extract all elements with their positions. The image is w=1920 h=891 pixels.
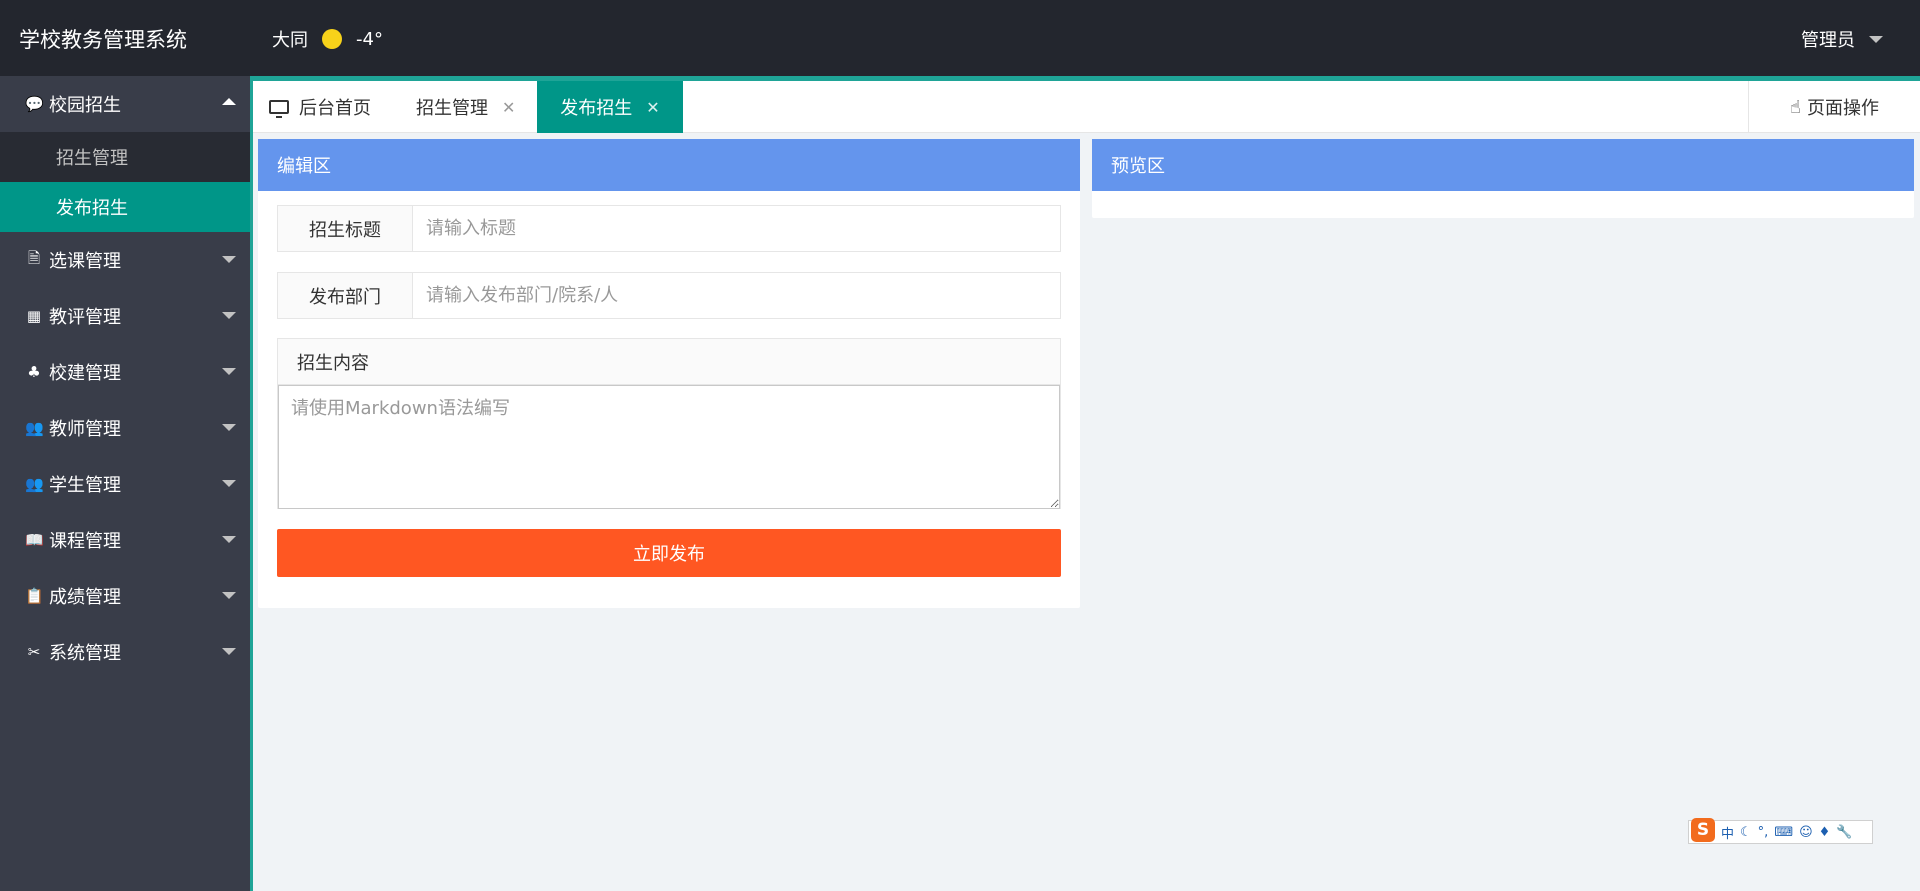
chevron-down-icon xyxy=(222,424,236,431)
dept-label: 发布部门 xyxy=(278,273,413,318)
tools-icon: ✂ xyxy=(27,643,41,661)
tab-admissions-manage[interactable]: 招生管理 ✕ xyxy=(416,81,515,133)
title-field-row: 招生标题 xyxy=(277,205,1061,252)
tab-home[interactable]: 后台首页 xyxy=(269,81,371,133)
sidebar-group-teaching-eval[interactable]: ▦ 教评管理 xyxy=(0,288,250,344)
sidebar-group-label: 选课管理 xyxy=(49,251,121,272)
shirt-icon[interactable]: ♦ xyxy=(1819,825,1831,840)
weather-city: 大同 xyxy=(272,30,308,51)
ime-toolbar[interactable]: S 中 ☾ °, ⌨ ☺ ♦ 🔧 xyxy=(1688,818,1873,844)
chevron-down-icon xyxy=(222,312,236,319)
sidebar-group-course-selection[interactable]: 🗎 选课管理 xyxy=(0,232,250,288)
document-icon: 🗎 xyxy=(27,248,41,267)
preview-panel: 预览区 xyxy=(1092,139,1914,218)
weather-temperature: -4° xyxy=(356,28,383,50)
wrench-icon[interactable]: 🔧 xyxy=(1836,825,1852,840)
page-operations-label: 页面操作 xyxy=(1806,98,1879,119)
title-label: 招生标题 xyxy=(278,206,413,251)
content-label: 招生内容 xyxy=(278,339,1060,385)
chevron-down-icon xyxy=(222,480,236,487)
title-input[interactable] xyxy=(413,206,1060,251)
close-icon[interactable]: ✕ xyxy=(646,98,659,117)
sidebar-group-label: 校建管理 xyxy=(49,363,121,384)
edit-panel: 编辑区 招生标题 发布部门 招生内容 立即发布 xyxy=(258,139,1080,608)
keyboard-icon[interactable]: ⌨ xyxy=(1774,825,1793,840)
users-icon: 👥 xyxy=(25,419,44,437)
hand-pointer-icon: ☝ xyxy=(1790,96,1801,118)
chevron-down-icon[interactable] xyxy=(1869,35,1883,43)
sidebar-group-label: 系统管理 xyxy=(49,643,121,664)
chevron-down-icon xyxy=(222,536,236,543)
content-field: 招生内容 xyxy=(277,338,1061,509)
sidebar-group-label: 学生管理 xyxy=(49,475,121,496)
close-icon[interactable]: ✕ xyxy=(502,98,515,117)
tab-bar: 后台首页 招生管理 ✕ 发布招生 ✕ ☝ 页面操作 xyxy=(253,81,1920,133)
sidebar-group-teachers[interactable]: 👥 教师管理 xyxy=(0,400,250,456)
tab-label: 后台首页 xyxy=(299,98,371,119)
tab-label: 招生管理 xyxy=(416,98,488,119)
page-operations-button[interactable]: ☝ 页面操作 xyxy=(1748,81,1920,133)
preview-panel-title: 预览区 xyxy=(1092,139,1914,191)
tree-icon: ♣ xyxy=(27,363,41,381)
sidebar-group-courses[interactable]: 📖 课程管理 xyxy=(0,512,250,568)
tab-publish-admissions[interactable]: 发布招生 ✕ xyxy=(537,81,683,133)
content-textarea[interactable] xyxy=(278,385,1060,509)
grid-icon: ▦ xyxy=(26,307,42,325)
sidebar-group-system[interactable]: ✂ 系统管理 xyxy=(0,624,250,680)
users-icon: 👥 xyxy=(25,475,44,493)
sidebar-group-label: 成绩管理 xyxy=(49,587,121,608)
sidebar-group-grades[interactable]: 📋 成绩管理 xyxy=(0,568,250,624)
monitor-icon xyxy=(269,100,289,118)
sidebar-group-label: 教师管理 xyxy=(49,419,121,440)
tab-label: 发布招生 xyxy=(560,98,633,119)
publish-button[interactable]: 立即发布 xyxy=(277,529,1061,577)
punctuation-icon[interactable]: °, xyxy=(1758,825,1769,840)
sidebar-subnav: 招生管理 发布招生 xyxy=(0,132,250,232)
user-icon[interactable]: ☺ xyxy=(1799,825,1813,840)
sidebar-item-admissions-manage[interactable]: 招生管理 xyxy=(0,132,250,182)
sidebar: 💬 校园招生 招生管理 发布招生 🗎 选课管理 ▦ 教评管理 ♣ 校建管理 👥 … xyxy=(0,76,253,891)
chevron-up-icon xyxy=(222,98,236,105)
chevron-down-icon xyxy=(222,592,236,599)
chevron-down-icon xyxy=(222,256,236,263)
sidebar-group-admissions[interactable]: 💬 校园招生 xyxy=(0,76,250,132)
user-name[interactable]: 管理员 xyxy=(1801,26,1855,52)
moon-icon[interactable]: ☾ xyxy=(1740,825,1752,840)
chat-icon: 💬 xyxy=(25,95,44,113)
sidebar-group-label: 课程管理 xyxy=(49,531,121,552)
sidebar-item-publish-admissions[interactable]: 发布招生 xyxy=(0,182,250,232)
book-icon: 📖 xyxy=(25,531,44,549)
app-logo[interactable]: 学校教务管理系统 xyxy=(19,24,187,54)
top-header: 学校教务管理系统 大同 -4° 管理员 xyxy=(0,0,1920,76)
user-menu[interactable]: 管理员 xyxy=(1801,26,1883,52)
dept-field-row: 发布部门 xyxy=(277,272,1061,319)
edit-panel-title: 编辑区 xyxy=(258,139,1080,191)
sun-icon xyxy=(322,29,342,49)
sogou-logo-icon[interactable]: S xyxy=(1691,818,1715,842)
sidebar-group-students[interactable]: 👥 学生管理 xyxy=(0,456,250,512)
chevron-down-icon xyxy=(222,648,236,655)
ime-mode-label[interactable]: 中 xyxy=(1721,823,1734,842)
chevron-down-icon xyxy=(222,368,236,375)
dept-input[interactable] xyxy=(413,273,1060,318)
weather-widget: 大同 -4° xyxy=(272,26,383,52)
sidebar-group-campus-build[interactable]: ♣ 校建管理 xyxy=(0,344,250,400)
clipboard-icon: 📋 xyxy=(25,587,44,605)
sidebar-group-label: 教评管理 xyxy=(49,307,121,328)
sidebar-group-label: 校园招生 xyxy=(49,95,121,116)
